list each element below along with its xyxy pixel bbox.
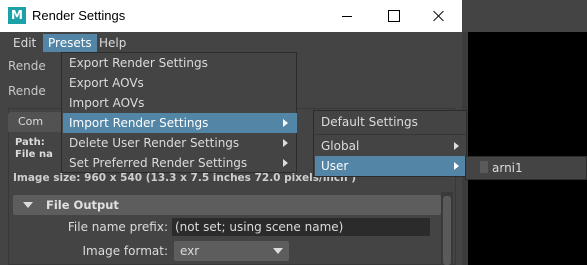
menu-item-label: Export AOVs [69, 76, 144, 90]
presets-menu: Export Render Settings Export AOVs Impor… [61, 52, 297, 173]
maximize-button[interactable] [370, 0, 416, 32]
file-name-prefix-label: File name prefix: [67, 220, 168, 234]
menu-item-import-render-settings[interactable]: Import Render Settings [63, 113, 297, 133]
menu-item-label: Global [321, 139, 360, 153]
menu-item-label: arni1 [492, 161, 523, 175]
collapse-arrow-icon [23, 202, 33, 208]
window-title: Render Settings [32, 8, 126, 23]
minimize-button[interactable] [324, 0, 370, 32]
menu-edit[interactable]: Edit [8, 34, 41, 52]
file-name-label: File na [15, 149, 53, 160]
import-render-settings-submenu: Default Settings Global User [313, 110, 467, 177]
submenu-arrow-icon [454, 162, 459, 170]
menu-item-export-aovs[interactable]: Export AOVs [63, 73, 297, 93]
user-submenu: arni1 [465, 156, 587, 180]
image-format-select[interactable]: exr [174, 241, 289, 261]
menu-item-default-settings[interactable]: Default Settings [315, 112, 467, 132]
submenu-arrow-icon [283, 119, 288, 127]
chevron-down-icon [273, 248, 283, 254]
render-using-label: Rende [8, 59, 46, 73]
menu-item-arni1[interactable]: arni1 [486, 158, 586, 178]
menu-item-label: User [321, 159, 349, 173]
menu-item-export-render-settings[interactable]: Export Render Settings [63, 53, 297, 73]
menu-help[interactable]: Help [94, 34, 131, 52]
image-format-label: Image format: [82, 244, 168, 258]
image-format-value: exr [180, 244, 200, 258]
menu-item-delete-user-render-settings[interactable]: Delete User Render Settings [63, 133, 297, 153]
menu-presets[interactable]: Presets [43, 34, 97, 52]
render-layer-label: Rende [8, 84, 46, 98]
submenu-arrow-icon [283, 159, 288, 167]
menu-item-set-preferred-render-settings[interactable]: Set Preferred Render Settings [63, 153, 297, 173]
menu-separator [315, 134, 467, 135]
menu-bar: Edit Presets Help [0, 32, 462, 54]
maya-app-icon: M [8, 7, 26, 24]
submenu-arrow-icon [454, 142, 459, 150]
menu-item-import-aovs[interactable]: Import AOVs [63, 93, 297, 113]
section-title: File Output [46, 198, 119, 212]
tab-common[interactable]: Com [8, 112, 68, 132]
menu-item-label: Set Preferred Render Settings [69, 156, 248, 170]
submenu-arrow-icon [283, 139, 288, 147]
menu-item-global[interactable]: Global [315, 136, 467, 156]
title-bar: M Render Settings [0, 0, 462, 32]
scrollbar-thumb[interactable] [443, 196, 451, 265]
menu-item-user[interactable]: User [315, 156, 467, 176]
menu-item-label: Default Settings [321, 115, 418, 129]
viewport-panel [462, 32, 587, 265]
path-label: Path: [15, 137, 45, 148]
image-size-info: Image size: 960 x 540 (13.3 x 7.5 inches… [13, 172, 357, 184]
menu-item-label: Import AOVs [69, 96, 145, 110]
file-output-section-header[interactable]: File Output [13, 195, 441, 215]
menu-item-label: Import Render Settings [69, 116, 209, 130]
close-button[interactable] [416, 0, 462, 32]
menu-item-label: Export Render Settings [69, 56, 208, 70]
file-name-prefix-input[interactable]: (not set; using scene name) [172, 218, 430, 236]
menu-item-label: Delete User Render Settings [69, 136, 240, 150]
